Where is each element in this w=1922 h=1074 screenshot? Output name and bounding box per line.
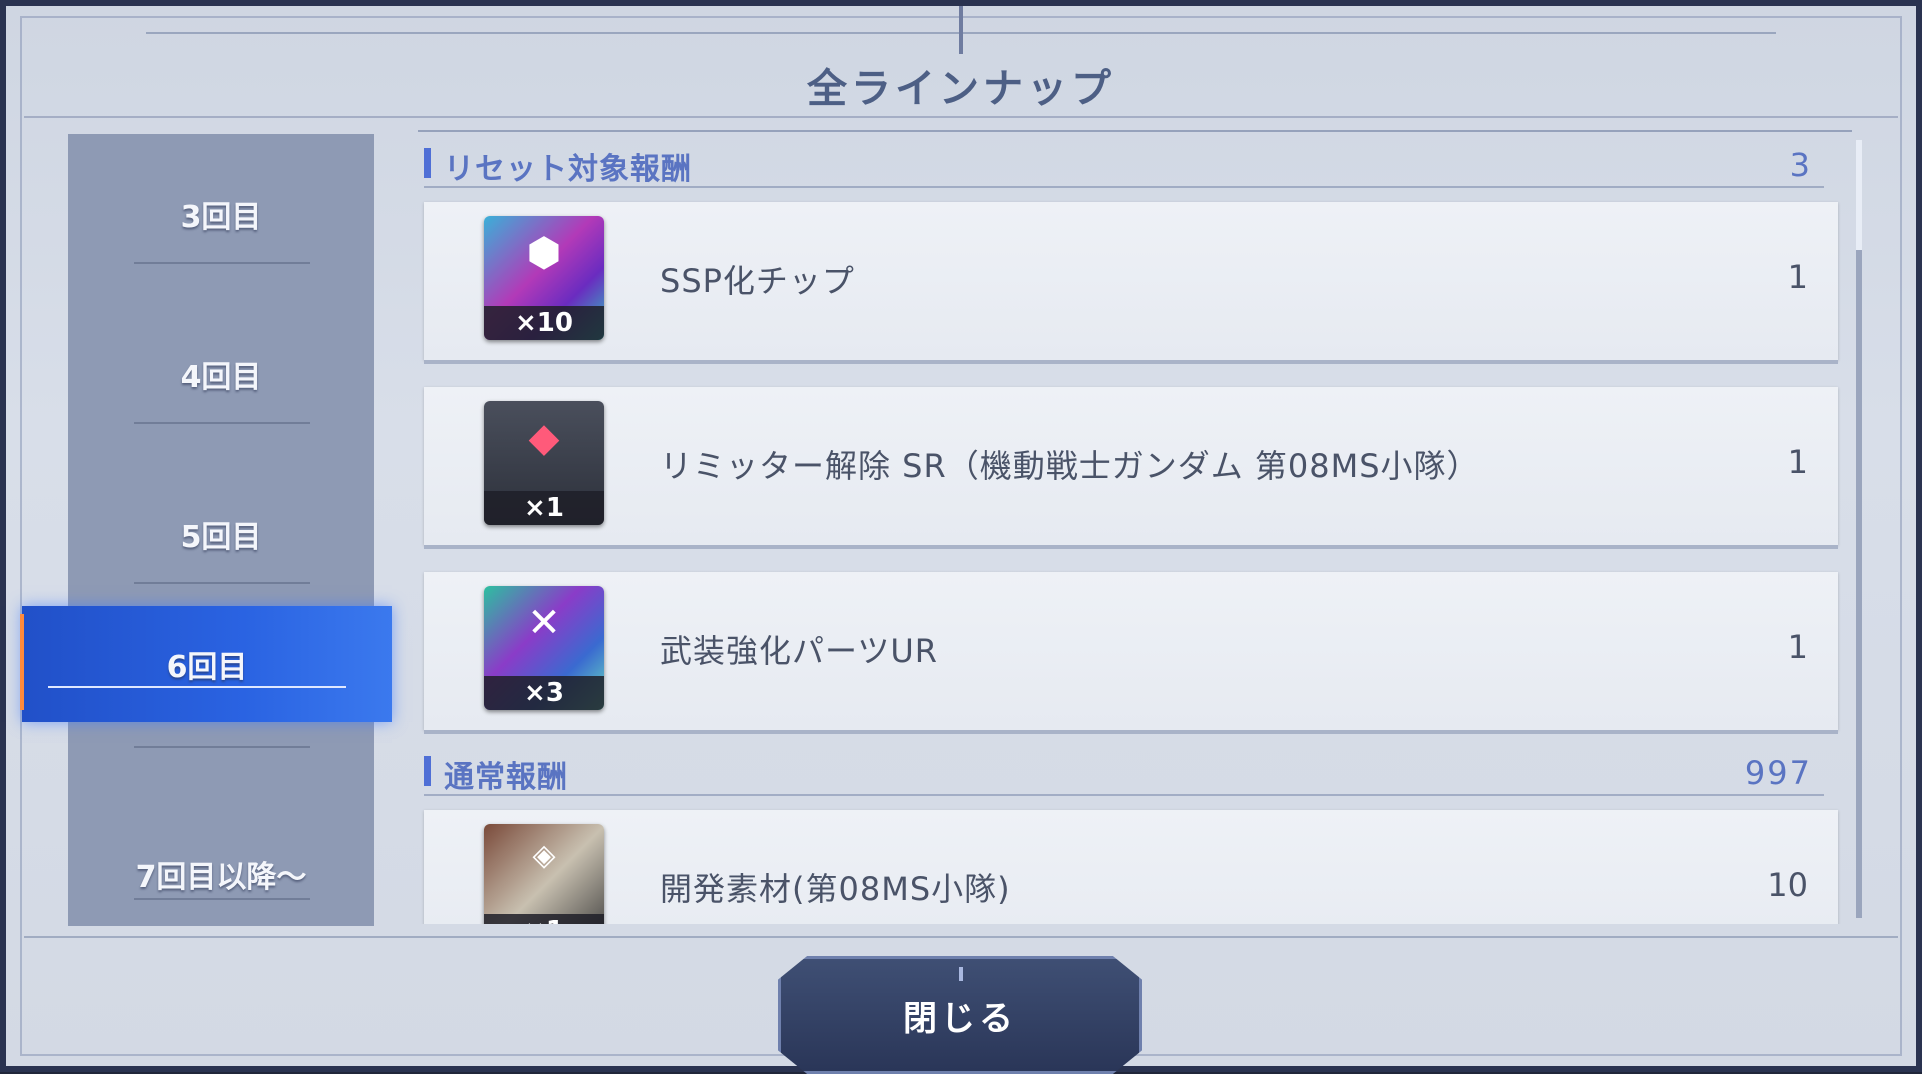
section-label: リセット対象報酬: [444, 152, 692, 187]
scrollbar-track[interactable]: [1856, 140, 1862, 918]
reward-amount: 1: [1787, 443, 1808, 481]
button-tick: [959, 967, 963, 981]
sidebar-item-label: 3回目: [180, 200, 262, 235]
sidebar-divider: [134, 582, 310, 584]
sidebar-item-round-6[interactable]: 6回目: [20, 606, 392, 722]
sidebar-item-round-4[interactable]: 4回目: [68, 294, 374, 454]
section-label: 通常報酬: [444, 760, 568, 795]
weapon-parts-icon: ✕ ×3: [484, 586, 604, 710]
bottom-divider: [24, 936, 1898, 938]
reward-name: リミッター解除 SR（機動戦士ガンダム 第08MS小隊）: [660, 447, 1480, 485]
close-button-label: 閉じる: [903, 998, 1017, 1039]
sidebar-divider: [134, 746, 310, 748]
sidebar-item-label: 6回目: [166, 650, 248, 685]
reward-qty: ×3: [484, 676, 604, 710]
dev-material-icon: ◈ ×1: [484, 824, 604, 924]
sidebar-item-round-7-plus[interactable]: 7回目以降～: [68, 794, 374, 954]
sidebar-divider: [134, 262, 310, 264]
sidebar-item-round-5[interactable]: 5回目: [68, 454, 374, 614]
reward-row[interactable]: ⬢ ×10 SSP化チップ 1: [424, 202, 1838, 360]
sidebar-divider: [134, 422, 310, 424]
dialog-title: 全ラインナップ: [807, 66, 1115, 112]
active-underline: [48, 686, 346, 688]
section-header-normal-rewards: 通常報酬 997: [424, 752, 1824, 796]
section-count: 997: [1744, 754, 1812, 792]
section-count: 3: [1789, 146, 1812, 184]
reward-name: SSP化チップ: [660, 262, 855, 300]
sidebar-divider: [134, 898, 310, 900]
scrollbar-thumb[interactable]: [1856, 140, 1862, 250]
top-notch: [959, 6, 963, 54]
reward-amount: 1: [1787, 628, 1808, 666]
sidebar-item-label: 7回目以降～: [135, 860, 307, 895]
reward-qty: ×1: [484, 914, 604, 924]
active-indicator: [20, 614, 24, 710]
ssp-chip-icon: ⬢ ×10: [484, 216, 604, 340]
reward-row[interactable]: ◈ ×1 開発素材(第08MS小隊) 10: [424, 810, 1838, 924]
reward-row[interactable]: ✕ ×3 武装強化パーツUR 1: [424, 572, 1838, 730]
limiter-release-icon: ◆ ×1: [484, 401, 604, 525]
reward-qty: ×10: [484, 306, 604, 340]
reward-row[interactable]: ◆ ×1 リミッター解除 SR（機動戦士ガンダム 第08MS小隊） 1: [424, 387, 1838, 545]
section-bar: [424, 756, 431, 786]
sidebar-item-round-3[interactable]: 3回目: [68, 134, 374, 294]
section-header-reset-rewards: リセット対象報酬 3: [424, 144, 1824, 188]
close-button[interactable]: 閉じる: [778, 956, 1142, 1074]
reward-qty: ×1: [484, 491, 604, 525]
reward-amount: 1: [1787, 258, 1808, 296]
dialog-frame: 全ラインナップ 3回目 4回目 5回目 7回目以降～ 6回目 リセット対象報酬 …: [0, 0, 1922, 1074]
section-bar: [424, 148, 431, 178]
round-sidebar: 3回目 4回目 5回目 7回目以降～: [68, 134, 374, 926]
reward-amount: 10: [1767, 866, 1808, 904]
reward-name: 開発素材(第08MS小隊): [660, 870, 1011, 908]
reward-list[interactable]: リセット対象報酬 3 ⬢ ×10 SSP化チップ 1 ◆ ×1 リミッター解除 …: [418, 130, 1852, 924]
reward-name: 武装強化パーツUR: [660, 632, 939, 670]
sidebar-item-label: 4回目: [180, 360, 262, 395]
sidebar-item-label: 5回目: [180, 520, 262, 555]
